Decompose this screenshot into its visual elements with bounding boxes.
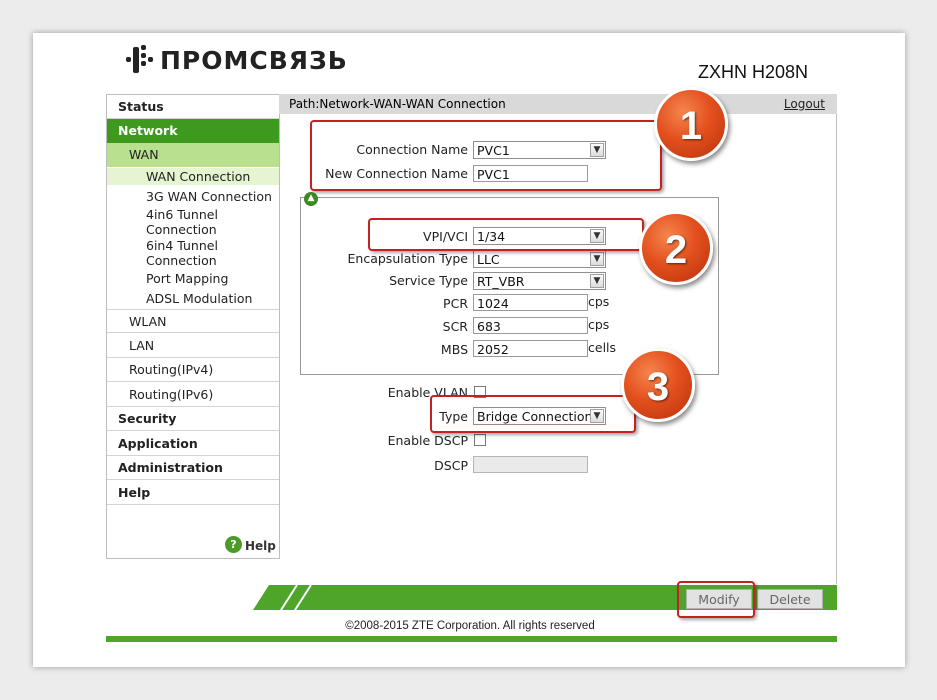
sidebar: Status Network WAN WAN Connection 3G WAN… <box>106 94 280 559</box>
sidebar-item-wan-connection[interactable]: WAN Connection <box>107 168 279 185</box>
sidebar-item-wlan[interactable]: WLAN <box>107 309 279 333</box>
logo-text: ПРОМСВЯЗЬ <box>160 45 348 75</box>
callout-box-2 <box>368 218 644 251</box>
sidebar-item-adsl-modulation[interactable]: ADSL Modulation <box>107 291 279 306</box>
callout-box-modify <box>677 581 755 618</box>
service-type-value: RT_VBR <box>477 274 525 289</box>
breadcrumb: Path:Network-WAN-WAN Connection <box>289 97 506 111</box>
step-badge-1: 1 <box>654 87 728 161</box>
device-model: ZXHN H208N <box>698 62 809 82</box>
sidebar-item-6in4-tunnel[interactable]: 6in4 Tunnel Connection <box>107 238 257 268</box>
sidebar-item-4in6-tunnel[interactable]: 4in6 Tunnel Connection <box>107 207 257 237</box>
enable-dscp-label: Enable DSCP <box>387 433 468 448</box>
step-badge-3: 3 <box>621 348 695 422</box>
mbs-unit: cells <box>588 340 617 355</box>
callout-box-3 <box>430 395 636 433</box>
encapsulation-type-label: Encapsulation Type <box>347 251 468 266</box>
pcr-input[interactable]: 1024 <box>473 294 588 311</box>
dscp-input[interactable] <box>473 456 588 473</box>
service-type-select[interactable]: RT_VBR ▼ <box>473 272 606 290</box>
sidebar-item-lan[interactable]: LAN <box>107 334 279 358</box>
chevron-down-icon: ▼ <box>590 252 604 266</box>
brand-logo: ПРОМСВЯЗЬ <box>126 42 348 78</box>
breadcrumb-bar: Path:Network-WAN-WAN Connection Logout <box>279 94 837 114</box>
sidebar-item-application[interactable]: Application <box>107 432 279 456</box>
delete-button[interactable]: Delete <box>757 589 823 609</box>
encapsulation-type-select[interactable]: LLC ▼ <box>473 250 606 268</box>
sidebar-item-administration[interactable]: Administration <box>107 456 279 480</box>
scr-unit: cps <box>588 317 610 332</box>
help-icon: ? <box>225 535 242 553</box>
chevron-down-icon: ▼ <box>590 274 604 288</box>
scr-label: SCR <box>442 319 468 334</box>
sidebar-item-security[interactable]: Security <box>107 407 279 431</box>
logo-mark-icon <box>126 45 154 75</box>
help-link[interactable]: ? Help <box>225 535 276 553</box>
sidebar-item-port-mapping[interactable]: Port Mapping <box>107 271 279 286</box>
mbs-input[interactable]: 2052 <box>473 340 588 357</box>
sidebar-item-3g-wan-connection[interactable]: 3G WAN Connection <box>107 189 279 204</box>
callout-box-1 <box>310 120 662 191</box>
sidebar-item-wan[interactable]: WAN <box>107 143 279 167</box>
mbs-label: MBS <box>440 342 468 357</box>
encapsulation-type-value: LLC <box>477 252 500 267</box>
logout-link[interactable]: Logout <box>784 94 825 114</box>
sidebar-item-network[interactable]: Network <box>107 119 279 143</box>
sidebar-item-help[interactable]: Help <box>107 481 279 505</box>
sidebar-item-routing-ipv4[interactable]: Routing(IPv4) <box>107 358 279 382</box>
pcr-unit: cps <box>588 294 610 309</box>
sidebar-item-routing-ipv6[interactable]: Routing(IPv6) <box>107 383 279 407</box>
service-type-label: Service Type <box>389 273 468 288</box>
pcr-label: PCR <box>443 296 468 311</box>
collapse-icon[interactable]: ▲ <box>304 192 318 206</box>
dscp-label: DSCP <box>434 458 468 473</box>
sidebar-item-status[interactable]: Status <box>107 95 279 119</box>
scr-input[interactable]: 683 <box>473 317 588 334</box>
enable-dscp-checkbox[interactable] <box>474 434 486 446</box>
step-badge-2: 2 <box>639 211 713 285</box>
copyright: ©2008-2015 ZTE Corporation. All rights r… <box>345 620 595 632</box>
footer-rule <box>106 636 837 642</box>
help-link-label: Help <box>245 539 276 553</box>
